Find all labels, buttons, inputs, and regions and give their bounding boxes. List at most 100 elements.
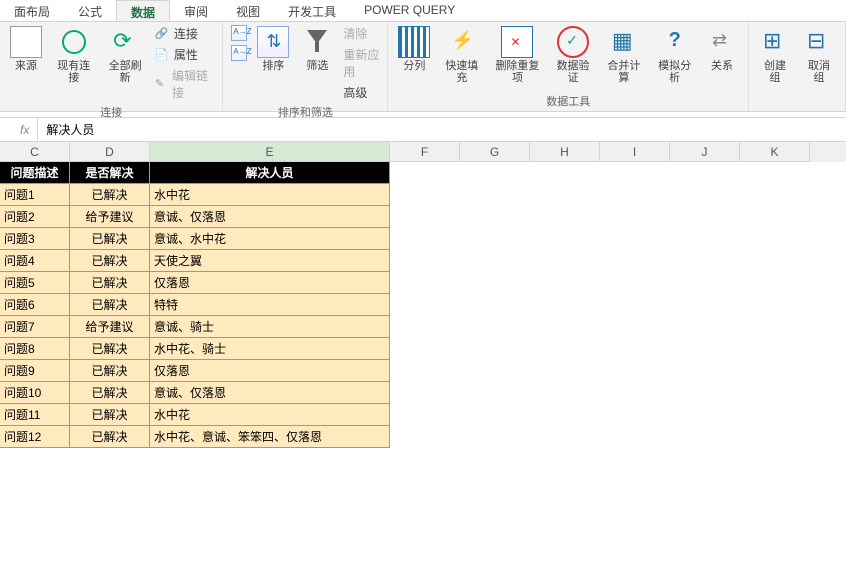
- text-to-columns-label: 分列: [403, 60, 425, 72]
- col-header-g[interactable]: G: [460, 142, 530, 162]
- cell-c[interactable]: 问题5: [0, 272, 70, 294]
- remove-duplicates-button[interactable]: 删除重复项: [489, 24, 545, 86]
- remove-duplicates-label: 删除重复项: [493, 60, 541, 84]
- cell-e[interactable]: 水中花: [150, 404, 390, 426]
- flash-fill-label: 快速填充: [442, 60, 481, 84]
- cell-d[interactable]: 已解决: [70, 272, 150, 294]
- clear-filter-button[interactable]: 清除: [341, 24, 381, 43]
- cell-e[interactable]: 水中花: [150, 184, 390, 206]
- refresh-all-label: 全部刷新: [105, 60, 144, 84]
- cell-e[interactable]: 意诚、水中花: [150, 228, 390, 250]
- cell-e[interactable]: 仅落恩: [150, 272, 390, 294]
- cell-e[interactable]: 意诚、仅落恩: [150, 206, 390, 228]
- ungroup-button[interactable]: 取消组: [799, 24, 839, 86]
- cell-c[interactable]: 问题7: [0, 316, 70, 338]
- formula-bar: fx 解决人员: [0, 118, 846, 142]
- tab-pagelayout[interactable]: 面布局: [0, 0, 64, 21]
- sort-icon: [257, 26, 289, 58]
- cell-c[interactable]: 问题12: [0, 426, 70, 448]
- cell-d[interactable]: 给予建议: [70, 316, 150, 338]
- cell-d[interactable]: 已解决: [70, 228, 150, 250]
- cell-c[interactable]: 问题4: [0, 250, 70, 272]
- col-header-d[interactable]: D: [70, 142, 150, 162]
- ribbon-group-outline: 创建组 取消组: [749, 22, 846, 111]
- tab-developer[interactable]: 开发工具: [274, 0, 350, 21]
- sort-asc-button[interactable]: [229, 24, 249, 42]
- cell-e[interactable]: 特特: [150, 294, 390, 316]
- reapply-button[interactable]: 重新应用: [341, 45, 381, 81]
- table-row: 问题12已解决水中花、意诚、笨笨四、仅落恩: [0, 426, 846, 448]
- col-header-i[interactable]: I: [600, 142, 670, 162]
- consolidate-button[interactable]: 合并计算: [600, 24, 647, 86]
- refresh-all-button[interactable]: 全部刷新: [101, 24, 148, 86]
- group-button[interactable]: 创建组: [755, 24, 795, 86]
- cell-c[interactable]: 问题8: [0, 338, 70, 360]
- table-row: 问题11已解决水中花: [0, 404, 846, 426]
- cell-c[interactable]: 问题3: [0, 228, 70, 250]
- text-to-columns-button[interactable]: 分列: [394, 24, 434, 74]
- properties-button[interactable]: 属性: [153, 45, 217, 64]
- sort-desc-button[interactable]: [229, 44, 249, 62]
- group-label: 创建组: [759, 60, 791, 84]
- cell-c[interactable]: 问题1: [0, 184, 70, 206]
- col-header-j[interactable]: J: [670, 142, 740, 162]
- tab-data[interactable]: 数据: [116, 0, 170, 21]
- cell-d[interactable]: 已解决: [70, 426, 150, 448]
- connections-button[interactable]: 连接: [153, 24, 217, 43]
- spreadsheet-grid[interactable]: 问题描述 是否解决 解决人员 问题1已解决水中花问题2给予建议意诚、仅落恩问题3…: [0, 162, 846, 448]
- cell-d[interactable]: 已解决: [70, 360, 150, 382]
- external-source-button[interactable]: 来源: [6, 24, 46, 74]
- cell-c[interactable]: 问题6: [0, 294, 70, 316]
- cell-e[interactable]: 仅落恩: [150, 360, 390, 382]
- cell-e[interactable]: 天使之翼: [150, 250, 390, 272]
- fx-icon[interactable]: fx: [0, 123, 37, 137]
- col-header-c[interactable]: C: [0, 142, 70, 162]
- cell-c[interactable]: 问题10: [0, 382, 70, 404]
- whatif-label: 模拟分析: [655, 60, 694, 84]
- connections-label: 连接: [174, 25, 198, 42]
- cell-d[interactable]: 已解决: [70, 184, 150, 206]
- cell-c[interactable]: 问题11: [0, 404, 70, 426]
- data-validation-button[interactable]: 数据验证: [550, 24, 597, 86]
- existing-connections-button[interactable]: 现有连接: [50, 24, 97, 86]
- table-row: 问题4已解决天使之翼: [0, 250, 846, 272]
- cell-e[interactable]: 水中花、意诚、笨笨四、仅落恩: [150, 426, 390, 448]
- filter-icon: [301, 26, 333, 58]
- col-header-e[interactable]: E: [150, 142, 390, 162]
- filter-label: 筛选: [306, 60, 328, 72]
- relationships-button[interactable]: 关系: [702, 24, 742, 74]
- filter-button[interactable]: 筛选: [297, 24, 337, 74]
- cell-c[interactable]: 问题9: [0, 360, 70, 382]
- tab-review[interactable]: 审阅: [170, 0, 222, 21]
- link-icon: [155, 26, 171, 42]
- ribbon-group-sort-filter: 排序 筛选 清除 重新应用 高级 排序和筛选: [223, 22, 388, 111]
- col-header-f[interactable]: F: [390, 142, 460, 162]
- cell-e[interactable]: 水中花、骑士: [150, 338, 390, 360]
- col-header-k[interactable]: K: [740, 142, 810, 162]
- cell-d[interactable]: 已解决: [70, 294, 150, 316]
- col-header-h[interactable]: H: [530, 142, 600, 162]
- header-e[interactable]: 解决人员: [150, 162, 390, 184]
- cell-d[interactable]: 已解决: [70, 338, 150, 360]
- cell-d[interactable]: 已解决: [70, 382, 150, 404]
- edit-links-button[interactable]: 编辑链接: [153, 66, 217, 102]
- flash-fill-button[interactable]: 快速填充: [438, 24, 485, 86]
- cell-e[interactable]: 意诚、仅落恩: [150, 382, 390, 404]
- advanced-filter-button[interactable]: 高级: [341, 83, 381, 102]
- edit-links-label: 编辑链接: [172, 67, 214, 101]
- cell-e[interactable]: 意诚、骑士: [150, 316, 390, 338]
- sort-button[interactable]: 排序: [253, 24, 293, 74]
- cell-d[interactable]: 已解决: [70, 250, 150, 272]
- header-d[interactable]: 是否解决: [70, 162, 150, 184]
- tab-powerquery[interactable]: POWER QUERY: [350, 0, 469, 21]
- tab-formulas[interactable]: 公式: [64, 0, 116, 21]
- cell-c[interactable]: 问题2: [0, 206, 70, 228]
- whatif-button[interactable]: 模拟分析: [651, 24, 698, 86]
- ungroup-icon: [803, 26, 835, 58]
- column-headers: C D E F G H I J K: [0, 142, 846, 162]
- formula-value[interactable]: 解决人员: [37, 118, 846, 141]
- tab-view[interactable]: 视图: [222, 0, 274, 21]
- cell-d[interactable]: 已解决: [70, 404, 150, 426]
- header-c[interactable]: 问题描述: [0, 162, 70, 184]
- cell-d[interactable]: 给予建议: [70, 206, 150, 228]
